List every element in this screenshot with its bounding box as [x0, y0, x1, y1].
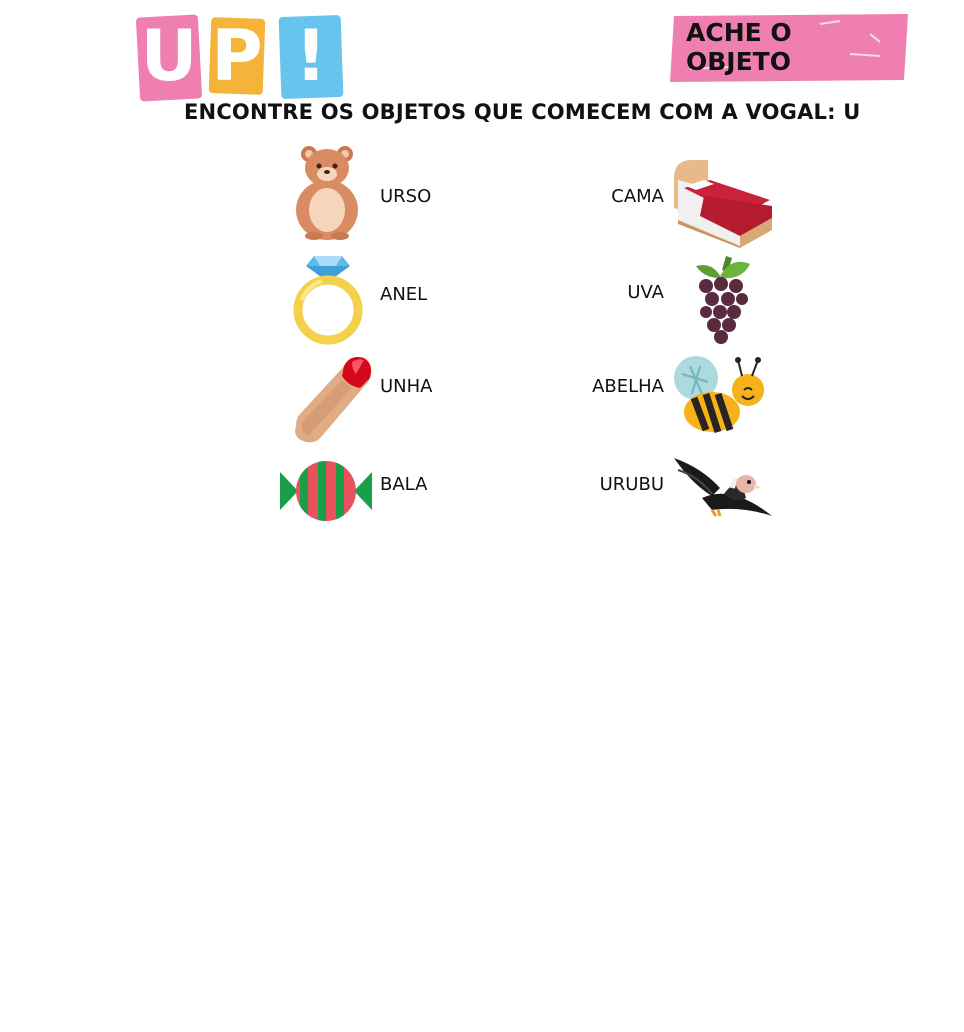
- candy-icon: [280, 461, 372, 521]
- instruction-heading: ENCONTRE OS OBJETOS QUE COMECEM COM A VO…: [184, 100, 861, 124]
- bear-icon: [296, 146, 358, 240]
- word-unha: UNHA: [380, 376, 433, 397]
- title-badge: ACHE O OBJETO: [670, 14, 910, 82]
- bee-icon: [674, 356, 764, 434]
- logo-letter-exclamation: !: [295, 15, 327, 97]
- word-abelha: ABELHA: [592, 376, 664, 397]
- word-bala: BALA: [380, 474, 428, 495]
- grapes-icon: [696, 256, 750, 344]
- fingernail-icon: [295, 357, 372, 443]
- badge-title: ACHE O OBJETO: [686, 18, 792, 76]
- word-urubu: URUBU: [599, 474, 664, 495]
- word-anel: ANEL: [380, 284, 428, 305]
- word-cama: CAMA: [611, 186, 664, 207]
- word-urso: URSO: [380, 186, 432, 207]
- vulture-icon: [674, 458, 772, 517]
- logo-letter-u: U: [140, 15, 198, 97]
- word-uva: UVA: [627, 282, 664, 303]
- bed-icon: [674, 160, 772, 248]
- logo-letter-p: P: [211, 15, 263, 97]
- ring-icon: [293, 256, 363, 345]
- up-logo: U P !: [135, 14, 344, 102]
